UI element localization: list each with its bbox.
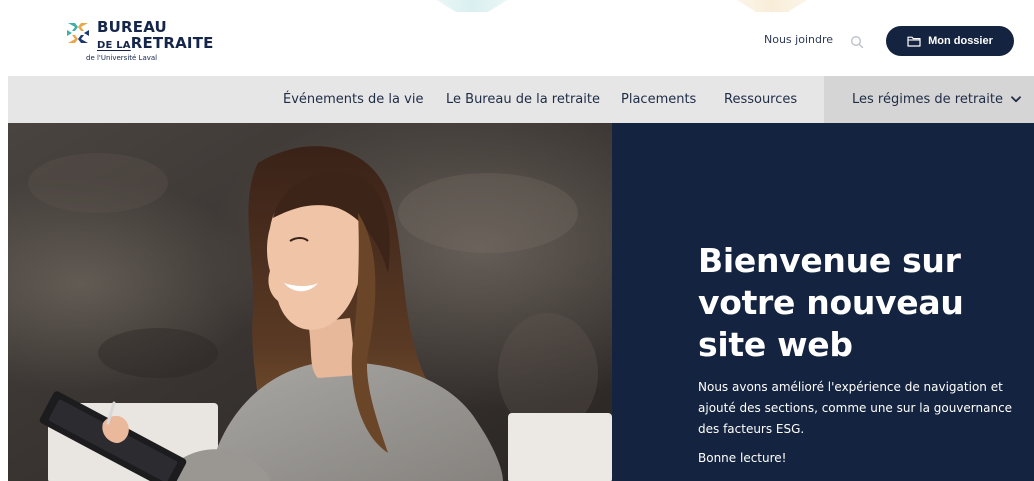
decorative-shape — [392, 0, 552, 12]
logo-text-de-la: DE LA — [97, 40, 131, 51]
nav-dropdown-label: Les régimes de retraite — [852, 92, 1003, 107]
logo-text-retraite: DE LARETRAITE — [97, 35, 214, 54]
logo-subtitle: de l'Université Laval — [86, 54, 158, 62]
search-icon[interactable] — [850, 34, 864, 49]
hero-photo-illustration — [8, 123, 612, 481]
hero-sign-off: Bonne lecture! — [698, 451, 787, 465]
decorative-shape — [692, 0, 852, 12]
my-file-button[interactable]: Mon dossier — [886, 26, 1014, 56]
hero-panel: Bienvenue sur votre nouveau site web Nou… — [612, 123, 1034, 481]
logo-mark-icon — [67, 23, 89, 43]
chevron-down-icon — [1011, 96, 1021, 103]
logo-text-retraite-word: RETRAITE — [130, 34, 214, 52]
nav-item-bureau[interactable]: Le Bureau de la retraite — [446, 76, 600, 123]
logo-text-bureau: BUREAU — [97, 18, 167, 36]
hero-description: Nous avons amélioré l'expérience de navi… — [698, 380, 1013, 436]
contact-link[interactable]: Nous joindre — [764, 33, 833, 46]
nav-item-investments[interactable]: Placements — [621, 76, 696, 123]
nav-dropdown-pension-plans[interactable]: Les régimes de retraite — [824, 76, 1034, 123]
hero-title: Bienvenue sur votre nouveau site web — [698, 241, 964, 364]
my-file-label: Mon dossier — [928, 35, 993, 47]
nav-item-life-events[interactable]: Événements de la vie — [283, 76, 423, 123]
main-nav: Événements de la vie Le Bureau de la ret… — [8, 76, 1034, 123]
nav-item-resources[interactable]: Ressources — [724, 76, 797, 123]
site-header: BUREAU DE LARETRAITE de l'Université Lav… — [0, 0, 1034, 76]
hero-photo — [8, 123, 612, 481]
folder-icon — [907, 36, 921, 47]
site-logo[interactable]: BUREAU DE LARETRAITE de l'Université Lav… — [66, 18, 226, 66]
